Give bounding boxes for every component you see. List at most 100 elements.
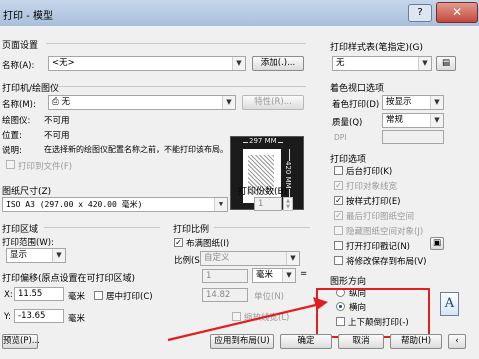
option-checkbox[interactable]: ✓ <box>334 181 343 190</box>
shade-plot-value: 按显示 <box>386 97 412 107</box>
chevron-down-icon: ▼ <box>282 269 295 282</box>
option-label: 隐藏图纸空间对象(J) <box>346 227 424 237</box>
offset-y-unit: 毫米 <box>68 314 86 324</box>
cancel-button[interactable]: 取消 <box>338 334 384 349</box>
plot-what-value: 显示 <box>10 250 28 260</box>
option-label: 按样式打印(E) <box>346 197 401 207</box>
plot-style-select[interactable]: 无 ▼ <box>332 56 432 71</box>
fit-to-paper-label: 布满图纸(I) <box>186 239 230 249</box>
plot-scale-header: 打印比例 <box>173 225 210 235</box>
paper-size-value: ISO A3 (297.00 x 420.00 毫米) <box>6 200 143 209</box>
page-setup-name-value: <无> <box>52 58 75 68</box>
quality-value: 常规 <box>386 115 404 125</box>
plotter-value: 不可用 <box>44 116 70 126</box>
paper-size-header: 图纸尺寸(Z) <box>2 187 52 197</box>
option-checkbox[interactable]: ✓ <box>334 196 343 205</box>
copies-input[interactable]: 1 <box>254 197 282 211</box>
plotter-name-value: 无 <box>61 97 71 107</box>
shade-plot-select[interactable]: 按显示 ▼ <box>382 95 444 110</box>
description-value: 在选择新的绘图仪配置名称之前，不能打印该布局。 <box>44 145 228 154</box>
plotter-name-select[interactable]: ⎙ 无 ▼ <box>48 95 236 110</box>
option-label: 最后打印图纸空间 <box>346 212 415 222</box>
paper-size-select[interactable]: ISO A3 (297.00 x 420.00 毫米) ▼ <box>2 197 228 212</box>
plot-style-value: 无 <box>336 58 345 68</box>
fit-to-paper-checkbox[interactable]: ✓ <box>174 238 183 247</box>
offset-y-label: Y: <box>4 312 11 322</box>
orientation-header: 图形方向 <box>330 277 367 287</box>
option-label: 打印对象线宽 <box>346 182 398 192</box>
scale-numerator-input[interactable]: 1 <box>202 269 248 283</box>
chevron-down-icon: ▼ <box>286 252 299 265</box>
chevron-down-icon: ▼ <box>52 249 65 262</box>
apply-to-layout-button[interactable]: 应用到布局(U) <box>210 334 274 349</box>
option-checkbox[interactable] <box>334 226 343 235</box>
copies-header: 打印份数(B) <box>238 187 288 197</box>
page-setup-name-label: 名称(A): <box>2 61 35 71</box>
shaded-viewport-header: 着色视口选项 <box>330 84 385 94</box>
description-label: 说明: <box>2 146 22 156</box>
plot-offset-header: 打印偏移(原点设置在可打印区域) <box>2 274 136 284</box>
scale-equals: = <box>300 269 308 279</box>
option-checkbox[interactable] <box>334 166 343 175</box>
close-button[interactable]: ✕ <box>436 2 478 23</box>
chevron-down-icon: ▼ <box>222 96 235 109</box>
title-bar: 打印 - 模型 ? ✕ <box>0 0 479 26</box>
scale-unit-select[interactable]: 毫米 ▼ <box>252 268 296 283</box>
divider <box>214 227 310 228</box>
offset-x-input[interactable]: 11.55 <box>14 287 64 301</box>
print-dialog: 页面设置 名称(A): <无> ▼ 添加(.)... 打印机/绘图仪 名称(M):… <box>0 26 479 359</box>
option-label: 将修改保存到布局(V) <box>346 257 427 267</box>
divider <box>46 43 306 44</box>
plot-what-select[interactable]: 显示 ▼ <box>6 248 66 263</box>
shade-plot-label: 着色打印(D) <box>332 100 380 110</box>
scale-unit-value: 毫米 <box>256 270 274 280</box>
plotter-header: 打印机/绘图仪 <box>2 84 60 94</box>
edit-plot-style-button[interactable]: ▤ <box>436 56 456 71</box>
quality-label: 质量(Q) <box>332 118 363 128</box>
chevron-down-icon: ▼ <box>430 96 443 109</box>
plot-what-label: 打印范围(W): <box>2 238 54 248</box>
dpi-input[interactable] <box>382 130 444 144</box>
add-page-setup-button[interactable]: 添加(.)... <box>252 56 304 71</box>
option-checkbox[interactable] <box>334 256 343 265</box>
preview-width-label: 297 MM <box>248 137 278 145</box>
option-checkbox[interactable] <box>334 241 343 250</box>
stamp-settings-button[interactable]: ▣ <box>430 237 444 250</box>
edit-icon: ▤ <box>441 58 451 68</box>
printer-icon: ⎙ <box>52 97 62 107</box>
plot-area-header: 打印区域 <box>2 225 39 235</box>
location-label: 位置: <box>2 131 22 141</box>
help-button[interactable]: 帮助(H) <box>390 334 442 349</box>
collapse-button[interactable]: ‹ <box>448 334 466 349</box>
offset-y-input[interactable]: -13.65 <box>14 309 64 323</box>
help-button-titlebar[interactable]: ? <box>408 4 432 22</box>
plot-style-header: 打印样式表(笔指定)(G) <box>330 43 424 53</box>
plotter-properties-button[interactable]: 特性(R)... <box>242 95 304 110</box>
location-value: 不可用 <box>44 131 70 141</box>
offset-x-label: X: <box>4 290 13 300</box>
scale-value: 自定义 <box>204 253 230 263</box>
divider <box>58 86 306 87</box>
plotter-name-label: 名称(M): <box>2 100 36 110</box>
chevron-down-icon: ▼ <box>430 114 443 127</box>
dpi-label: DPI <box>334 133 347 142</box>
chevron-down-icon: ▼ <box>232 57 245 70</box>
ok-button[interactable]: 确定 <box>280 334 332 349</box>
center-plot-label: 居中打印(C) <box>106 292 153 302</box>
page-setup-name-select[interactable]: <无> ▼ <box>48 56 246 71</box>
option-label: 打开打印戳记(N) <box>346 242 410 252</box>
print-to-file-checkbox[interactable] <box>6 160 15 169</box>
preview-button[interactable]: 预览(P)... <box>2 334 40 349</box>
scale-select[interactable]: 自定义 ▼ <box>200 251 300 266</box>
chevron-left-icon: ‹ <box>455 336 459 346</box>
copies-spinner[interactable]: ▲ ▼ <box>283 197 293 211</box>
plotter-label: 绘图仪: <box>2 116 31 126</box>
page-setup-header: 页面设置 <box>2 41 39 51</box>
option-checkbox[interactable]: ✓ <box>334 211 343 220</box>
quality-select[interactable]: 常规 ▼ <box>382 113 444 128</box>
print-to-file-label: 打印到文件(F) <box>18 162 73 172</box>
stamp-icon: ▣ <box>432 238 442 248</box>
chevron-down-icon: ▼ <box>418 57 431 70</box>
option-label: 后台打印(K) <box>346 167 393 177</box>
center-plot-checkbox[interactable] <box>94 291 103 300</box>
